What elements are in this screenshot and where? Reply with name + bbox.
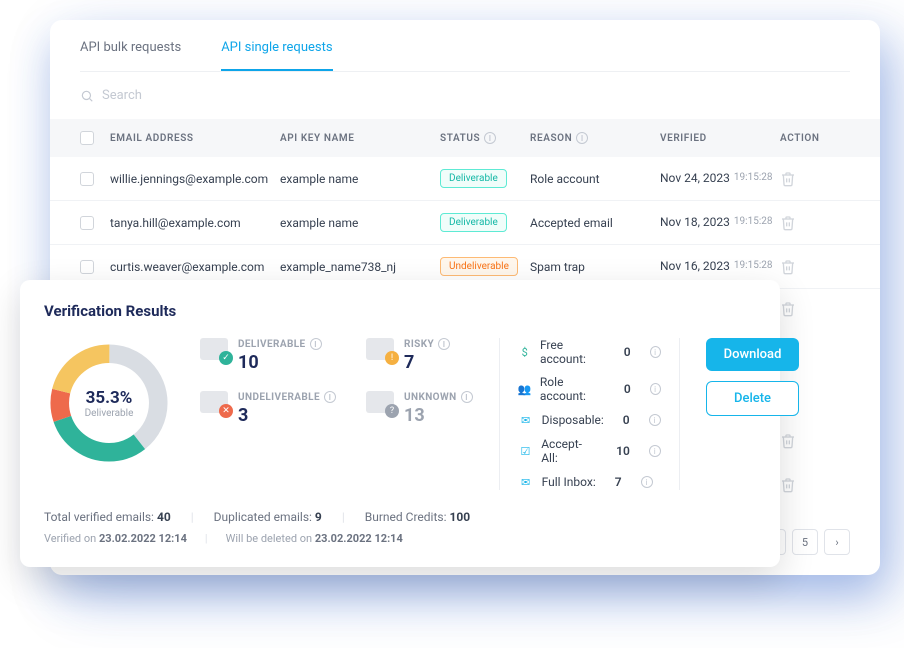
info-icon[interactable]: i [484,132,496,144]
stats-grid: ✓ DELIVERABLEi10 ! RISKYi7 ✕ UNDELIVERAB… [200,338,473,426]
stat-undeliverable: ✕ UNDELIVERABLEi3 [200,391,336,426]
question-icon: ? [385,404,399,418]
inbox-icon: ✉ [518,474,534,490]
table-row: willie.jennings@example.comexample nameD… [50,157,880,201]
table-row: tanya.hill@example.comexample nameDelive… [50,201,880,245]
meta-row: Verified on 23.02.2022 12:14 | Will be d… [44,532,756,545]
select-all-checkbox[interactable] [80,131,94,145]
envelope-icon: ? [366,391,394,413]
col-apikey: API KEY NAME [280,133,440,144]
info-icon[interactable]: i [650,346,661,358]
info-icon[interactable]: i [310,338,322,350]
warning-icon: ! [385,351,399,365]
info-icon[interactable]: i [576,132,588,144]
donut-percent: 35.3% [86,388,133,408]
cell-status: Deliverable [440,169,530,188]
col-action: ACTION [780,133,820,144]
donut-chart: 35.3% Deliverable [44,338,174,468]
overlay-actions: Download Delete [706,338,800,416]
delete-row-button[interactable] [780,477,820,497]
delete-row-button[interactable] [780,215,820,231]
delete-row-button[interactable] [780,171,820,187]
table-header: EMAIL ADDRESS API KEY NAME STATUSi REASO… [50,119,880,157]
tab-single[interactable]: API single requests [221,40,332,71]
col-email: EMAIL ADDRESS [110,133,280,144]
col-status: STATUSi [440,132,530,144]
row-checkbox[interactable] [80,260,94,274]
col-verified: VERIFIED [660,133,780,144]
cell-verified: Nov 16, 202319:15:28 [660,259,780,273]
info-icon[interactable]: i [461,391,473,403]
check-icon: ✓ [219,351,233,365]
cell-status: Undeliverable [440,257,530,276]
cell-verified: Nov 24, 202319:15:28 [660,171,780,185]
cell-apikey: example_name738_nj [280,260,440,274]
col-reason: REASONi [530,132,660,144]
download-button[interactable]: Download [706,338,800,371]
dollar-icon: $ [518,344,532,360]
stat-risky: ! RISKYi7 [366,338,473,373]
search-icon [80,89,94,103]
envelope-icon: ! [366,338,394,360]
overlay-title: Verification Results [44,302,756,320]
stat-unknown: ? UNKNOWNi13 [366,391,473,426]
cell-apikey: example name [280,172,440,186]
cell-apikey: example name [280,216,440,230]
details-box: $Free account: 0 i 👥Role account: 0 i ✉D… [499,338,680,490]
cell-email: curtis.weaver@example.com [110,260,280,274]
search-placeholder: Search [102,88,142,103]
main-panel: API bulk requests API single requests Se… [50,20,880,575]
users-icon: 👥 [518,381,532,397]
info-icon[interactable]: i [649,445,661,457]
stat-deliverable: ✓ DELIVERABLEi10 [200,338,336,373]
delete-row-button[interactable] [780,259,820,275]
row-checkbox[interactable] [80,216,94,230]
checkbox-icon: ☑ [518,443,534,459]
row-checkbox[interactable] [80,172,94,186]
info-icon[interactable]: i [438,338,450,350]
cell-email: willie.jennings@example.com [110,172,280,186]
page-button-5[interactable]: 5 [792,529,818,555]
totals-row: Total verified emails: 40 | Duplicated e… [44,510,756,524]
delete-button[interactable]: Delete [706,381,800,416]
cell-email: tanya.hill@example.com [110,216,280,230]
delete-row-button[interactable] [780,301,820,321]
cell-reason: Accepted email [530,216,660,230]
search-row[interactable]: Search [50,72,880,119]
verification-results-card: Verification Results 35.3% Deliverable ✓… [20,280,780,567]
info-icon[interactable]: i [641,476,653,488]
cell-reason: Spam trap [530,260,660,274]
info-icon[interactable]: i [324,391,336,403]
mail-icon: ✉ [518,412,534,428]
page-next-button[interactable]: › [824,529,850,555]
x-icon: ✕ [219,404,233,418]
envelope-icon: ✓ [200,338,228,360]
cell-reason: Role account [530,172,660,186]
info-icon[interactable]: i [650,383,661,395]
delete-row-button[interactable] [780,433,820,453]
info-icon[interactable]: i [649,414,661,426]
cell-status: Deliverable [440,213,530,232]
envelope-icon: ✕ [200,391,228,413]
donut-label: Deliverable [85,408,134,419]
cell-verified: Nov 18, 202319:15:28 [660,215,780,229]
tab-bulk[interactable]: API bulk requests [80,40,181,71]
tabs: API bulk requests API single requests [50,20,880,71]
